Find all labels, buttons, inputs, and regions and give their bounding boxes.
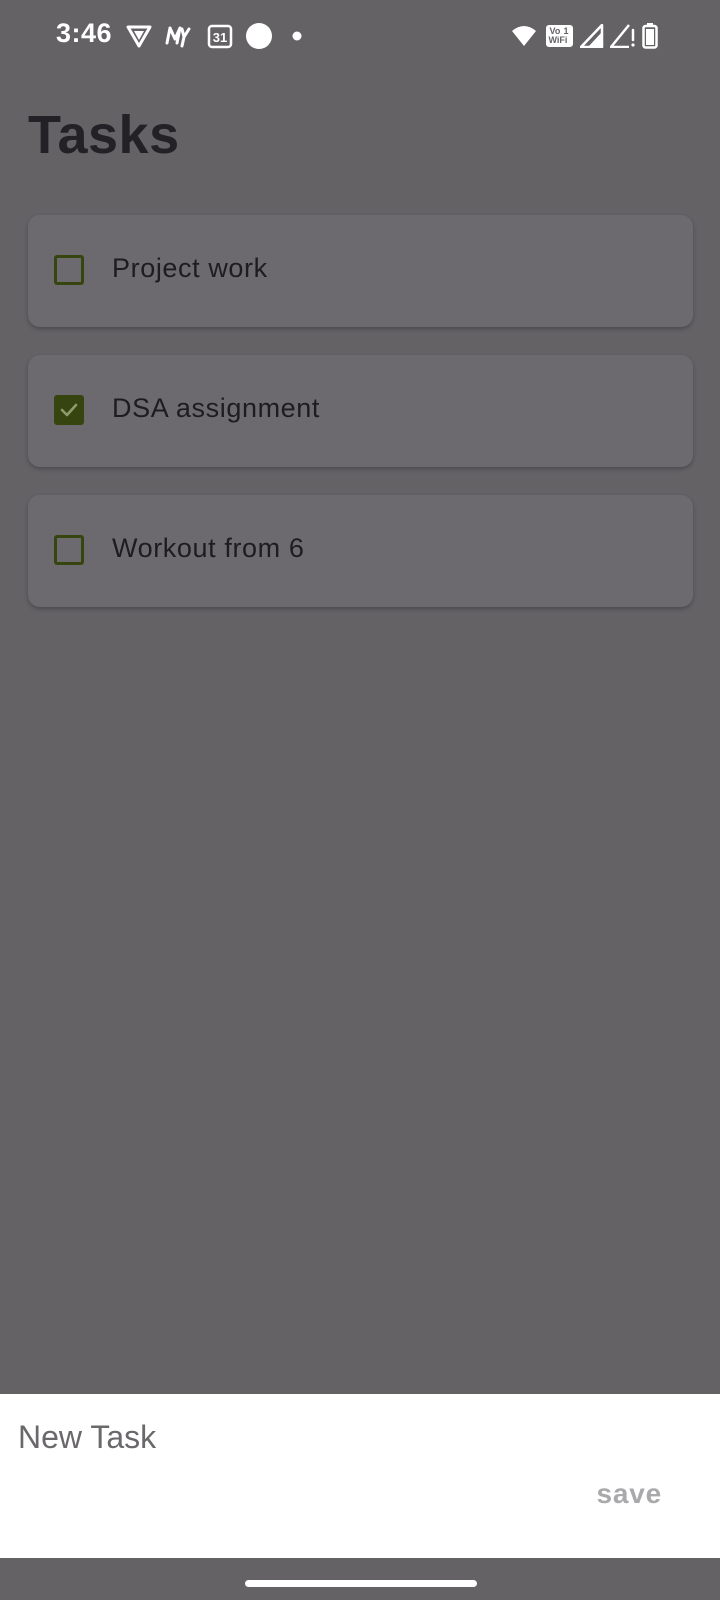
task-list: Project work DSA assignment Workout from… — [28, 215, 693, 635]
dot-notification-icon — [292, 22, 302, 50]
save-button[interactable]: save — [597, 1478, 663, 1510]
status-time: 3:46 — [56, 18, 113, 48]
navigation-bar — [0, 1558, 720, 1600]
new-task-sheet: save — [0, 1394, 720, 1558]
task-checkbox-unchecked[interactable] — [54, 535, 84, 565]
task-checkbox-checked[interactable] — [54, 395, 84, 425]
volte-wifi-icon: Vo 1 WiFi — [545, 22, 573, 50]
new-task-input[interactable] — [18, 1412, 698, 1462]
signal-icon — [580, 22, 604, 50]
task-item[interactable]: Workout from 6 — [28, 495, 693, 607]
calendar-day: 31 — [212, 29, 228, 45]
gesture-handle[interactable] — [245, 1580, 477, 1587]
task-item[interactable]: DSA assignment — [28, 355, 693, 467]
battery-icon — [642, 22, 658, 50]
page-title: Tasks — [28, 105, 180, 165]
vpn-shield-icon — [126, 22, 152, 50]
calendar-icon: 31 — [206, 22, 234, 50]
my-app-icon — [164, 22, 192, 50]
task-checkbox-unchecked[interactable] — [54, 255, 84, 285]
circle-notification-icon — [245, 22, 273, 50]
volte-sub: WiFi — [548, 35, 568, 45]
task-label: Workout from 6 — [112, 533, 305, 563]
task-label: Project work — [112, 253, 268, 283]
task-item[interactable]: Project work — [28, 215, 693, 327]
status-bar: 3:46 31 Vo 1 WiFi — [0, 0, 720, 72]
wifi-icon — [511, 22, 537, 50]
task-label: DSA assignment — [112, 393, 320, 423]
signal-no-service-icon — [610, 22, 636, 50]
checkmark-icon — [60, 403, 78, 417]
